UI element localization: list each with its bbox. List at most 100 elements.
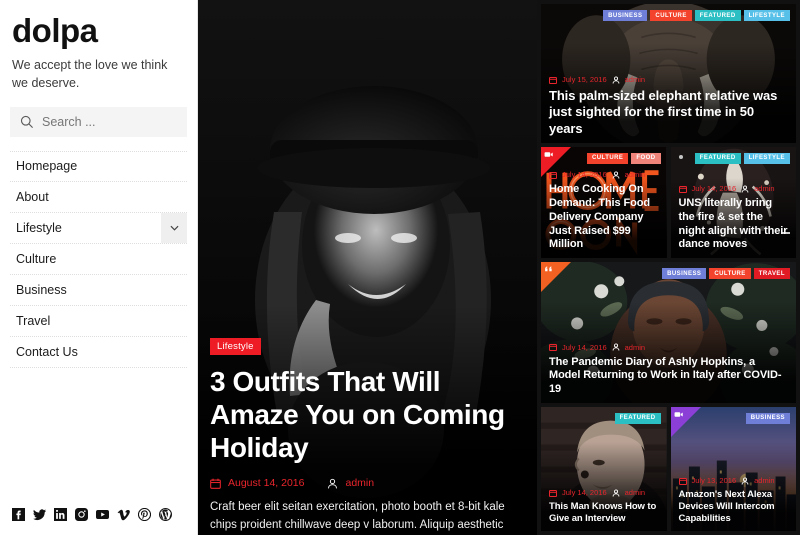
card-author[interactable]: admin: [754, 184, 774, 193]
badge-business[interactable]: BUSINESS: [603, 10, 648, 21]
card-home-cooking[interactable]: CULTURE FOOD July 14, 2016 admin Home Co…: [541, 146, 667, 259]
card-title[interactable]: The Pandemic Diary of Ashly Hopkins, a M…: [549, 356, 788, 397]
search-icon: [20, 115, 34, 128]
badge-culture[interactable]: CULTURE: [586, 152, 629, 164]
calendar-icon: [549, 76, 557, 84]
card-title[interactable]: This Man Knows How to Give an Interview: [549, 501, 659, 525]
nav-label: Contact Us: [16, 344, 78, 359]
nav-label: Lifestyle: [16, 220, 62, 235]
nav-label: About: [16, 189, 49, 204]
chevron-down-icon[interactable]: [161, 212, 187, 243]
card-meta: July 13, 2016 admin: [678, 476, 789, 486]
badge-business[interactable]: BUSINESS: [745, 412, 790, 424]
nav-item-about[interactable]: About: [10, 182, 187, 213]
calendar-icon: [678, 185, 687, 193]
card-title[interactable]: UNS literally bring the fire & set the n…: [679, 197, 789, 252]
chevron-down-glyph: [169, 225, 179, 231]
badge-featured[interactable]: FEATURED: [694, 10, 741, 21]
calendar-icon: [210, 478, 221, 489]
user-icon: [612, 171, 619, 179]
badge-culture[interactable]: CULTURE: [650, 10, 692, 21]
card-badges: CULTURE FOOD: [586, 152, 661, 164]
user-icon: [612, 343, 619, 351]
card-author[interactable]: admin: [625, 75, 645, 84]
video-icon: [674, 412, 683, 417]
card-date: July 13, 2016: [691, 476, 737, 486]
card-badges: BUSINESS: [745, 412, 790, 424]
search-input[interactable]: [42, 114, 177, 129]
card-date: July 14, 2016: [562, 488, 607, 498]
card-badges: FEATURED LIFESTYLE: [694, 152, 790, 164]
nav-item-culture[interactable]: Culture: [10, 244, 187, 275]
hero-title[interactable]: 3 Outfits That Will Amaze You on Coming …: [210, 365, 525, 464]
card-date: July 14, 2016: [691, 184, 737, 194]
card-author[interactable]: admin: [625, 170, 645, 179]
quote-icon: [545, 266, 552, 272]
grid-row: FEATURED July 14, 2016 admin This Man Kn…: [541, 406, 796, 531]
main-navigation: Homepage About Lifestyle Culture Busines…: [10, 150, 187, 368]
card-title[interactable]: Amazon's Next Alexa Devices Will Interco…: [679, 489, 789, 525]
twitter-icon[interactable]: [33, 508, 46, 521]
card-author[interactable]: admin: [625, 343, 645, 352]
badge-lifestyle[interactable]: LIFESTYLE: [743, 10, 790, 21]
card-interview[interactable]: FEATURED July 14, 2016 admin This Man Kn…: [541, 406, 667, 531]
card-alexa[interactable]: BUSINESS July 13, 2016 admin Amazon's Ne…: [670, 406, 796, 531]
page-root: dolpa We accept the love we think we des…: [0, 0, 800, 535]
status-dot: [678, 154, 683, 159]
badge-featured[interactable]: FEATURED: [614, 412, 661, 424]
vimeo-icon[interactable]: [117, 508, 130, 521]
minus-icon: [782, 232, 790, 235]
badge-featured[interactable]: FEATURED: [694, 152, 741, 164]
facebook-icon[interactable]: [12, 508, 25, 521]
nav-item-homepage[interactable]: Homepage: [10, 150, 187, 182]
card-title[interactable]: This palm-sized elephant relative was ju…: [549, 88, 788, 137]
nav-label: Travel: [16, 313, 51, 328]
user-icon: [741, 477, 749, 485]
social-links: [12, 508, 172, 521]
badge-food[interactable]: FOOD: [631, 152, 661, 164]
wordpress-icon[interactable]: [159, 508, 172, 521]
hero-author[interactable]: admin: [345, 477, 374, 489]
nav-item-travel[interactable]: Travel: [10, 306, 187, 337]
badge-business[interactable]: BUSINESS: [662, 268, 707, 280]
instagram-icon[interactable]: [75, 508, 88, 521]
user-icon: [612, 76, 619, 84]
card-badges: BUSINESS CULTURE TRAVEL: [662, 268, 790, 280]
hero-category-badge[interactable]: Lifestyle: [210, 337, 261, 355]
card-uns-dance[interactable]: FEATURED LIFESTYLE July 14, 2016 admin U…: [670, 146, 796, 259]
card-author[interactable]: admin: [625, 488, 645, 497]
card-title[interactable]: Home Cooking On Demand: This Food Delive…: [549, 183, 659, 252]
search-box[interactable]: [10, 106, 187, 137]
user-icon: [328, 478, 338, 488]
grid-row: CULTURE FOOD July 14, 2016 admin Home Co…: [541, 146, 796, 259]
card-content: July 14, 2016 admin UNS literally bring …: [678, 184, 789, 252]
youtube-icon[interactable]: [96, 508, 109, 521]
user-icon: [612, 489, 619, 497]
card-date: July 14, 2016: [562, 342, 607, 352]
badge-lifestyle[interactable]: LIFESTYLE: [743, 152, 790, 164]
card-meta: July 14, 2016 admin: [678, 184, 789, 194]
hero-meta: August 14, 2016 admin: [210, 477, 525, 489]
nav-label: Culture: [16, 251, 57, 266]
calendar-icon: [549, 489, 557, 497]
nav-item-contact-us[interactable]: Contact Us: [10, 337, 187, 368]
card-pandemic-diary[interactable]: BUSINESS CULTURE TRAVEL July 14, 2016 ad…: [541, 262, 796, 403]
nav-item-business[interactable]: Business: [10, 275, 187, 306]
card-content: July 13, 2016 admin Amazon's Next Alexa …: [678, 476, 789, 525]
nav-label: Business: [16, 282, 67, 297]
hero-article[interactable]: Lifestyle 3 Outfits That Will Amaze You …: [198, 0, 537, 535]
card-meta: July 14, 2016 admin: [549, 488, 659, 497]
card-badges: FEATURED: [614, 412, 661, 424]
badge-travel[interactable]: TRAVEL: [753, 268, 790, 280]
card-meta: July 15, 2016 admin: [549, 75, 788, 84]
pinterest-icon[interactable]: [138, 508, 151, 521]
site-logo[interactable]: dolpa: [10, 13, 187, 49]
nav-item-lifestyle[interactable]: Lifestyle: [10, 212, 187, 244]
grid-row: BUSINESS CULTURE TRAVEL July 14, 2016 ad…: [541, 262, 796, 403]
linkedin-icon[interactable]: [54, 508, 67, 521]
card-elephant[interactable]: BUSINESS CULTURE FEATURED LIFESTYLE July…: [541, 4, 796, 143]
card-author[interactable]: admin: [754, 476, 774, 485]
calendar-icon: [549, 344, 557, 352]
calendar-icon: [678, 477, 687, 485]
badge-culture[interactable]: CULTURE: [709, 268, 751, 280]
